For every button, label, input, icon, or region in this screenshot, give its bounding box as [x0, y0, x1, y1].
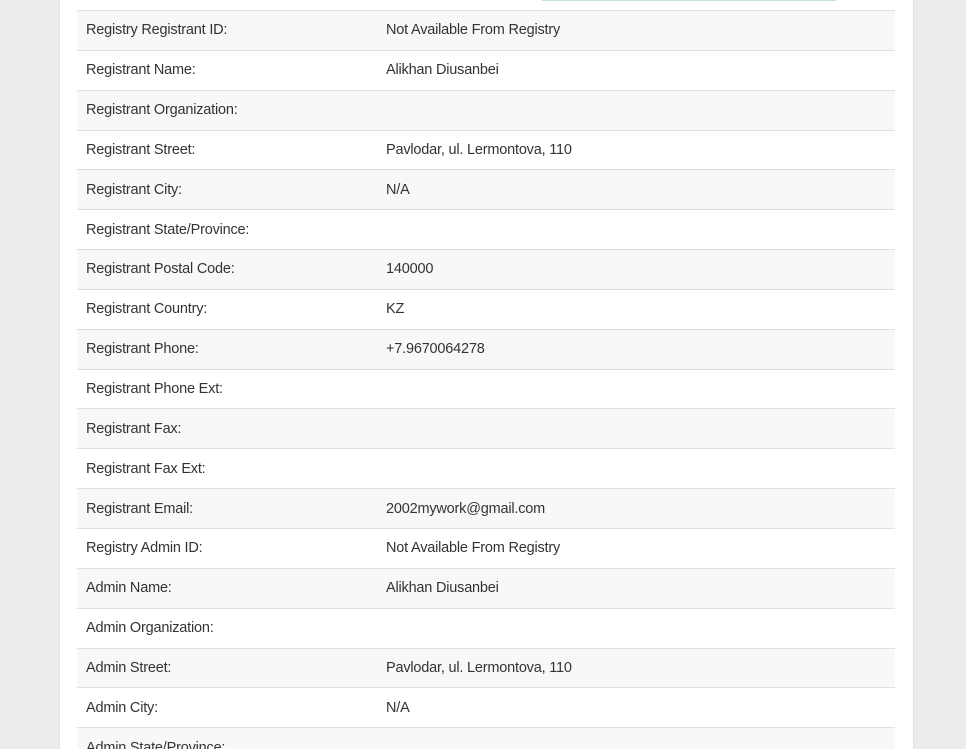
- whois-record-rows: Registry Registrant ID: Not Available Fr…: [77, 10, 895, 749]
- whois-record-table: Registry Registrant ID: Not Available Fr…: [77, 10, 895, 749]
- whois-content-card: Registry Registrant ID: Not Available Fr…: [59, 0, 914, 749]
- field-value: +7.9670064278: [377, 328, 895, 370]
- table-row: Admin State/Province:: [77, 727, 895, 749]
- field-label: Registrant Country:: [77, 288, 377, 330]
- field-value: [377, 607, 895, 648]
- field-value: 2002mywork@gmail.com: [377, 488, 895, 529]
- table-row: Registrant State/Province:: [77, 209, 895, 250]
- table-row: Registrant Email: 2002mywork@gmail.com: [77, 488, 895, 529]
- field-value: [377, 448, 895, 489]
- field-value: Pavlodar, ul. Lermontova, 110: [377, 647, 895, 688]
- field-value: Alikhan Diusanbei: [377, 567, 895, 609]
- field-value: Not Available From Registry: [377, 527, 895, 569]
- field-label: Registrant City:: [77, 169, 377, 210]
- field-value: [377, 89, 895, 131]
- field-value: KZ: [377, 288, 895, 330]
- field-label: Registry Admin ID:: [77, 527, 377, 569]
- field-label: Registrant Name:: [77, 49, 377, 91]
- table-row: Registrant Street: Pavlodar, ul. Lermont…: [77, 129, 895, 170]
- table-row: Admin Street: Pavlodar, ul. Lermontova, …: [77, 647, 895, 688]
- field-value: [377, 727, 895, 749]
- field-label: Registrant Email:: [77, 488, 377, 529]
- top-input-border: [542, 0, 836, 1]
- table-row: Registrant Name: Alikhan Diusanbei: [77, 49, 895, 91]
- field-label: Registrant Street:: [77, 129, 377, 170]
- table-row: Registrant Phone: +7.9670064278: [77, 328, 895, 370]
- field-value: Not Available From Registry: [377, 10, 895, 51]
- field-value: Alikhan Diusanbei: [377, 49, 895, 91]
- field-label: Admin State/Province:: [77, 727, 377, 749]
- field-value: [377, 368, 895, 409]
- table-row: Registrant Fax:: [77, 408, 895, 449]
- field-label: Registrant Fax Ext:: [77, 448, 377, 489]
- field-label: Admin Street:: [77, 647, 377, 688]
- field-value: N/A: [377, 169, 895, 210]
- field-label: Registrant Postal Code:: [77, 249, 377, 290]
- field-label: Admin Name:: [77, 567, 377, 609]
- field-label: Registrant Fax:: [77, 408, 377, 449]
- field-label: Admin Organization:: [77, 607, 377, 648]
- field-value: [377, 408, 895, 449]
- field-label: Registrant State/Province:: [77, 209, 377, 250]
- table-row: Registrant Postal Code: 140000: [77, 249, 895, 290]
- table-row: Registrant City: N/A: [77, 169, 895, 210]
- table-row: Registrant Phone Ext:: [77, 368, 895, 409]
- field-label: Admin City:: [77, 687, 377, 728]
- table-row: Registry Admin ID: Not Available From Re…: [77, 527, 895, 569]
- table-row: Registrant Country: KZ: [77, 288, 895, 330]
- field-value: Pavlodar, ul. Lermontova, 110: [377, 129, 895, 170]
- field-label: Registry Registrant ID:: [77, 10, 377, 51]
- table-row: Admin City: N/A: [77, 687, 895, 728]
- table-row: Registrant Organization:: [77, 89, 895, 131]
- table-row: Admin Organization:: [77, 607, 895, 648]
- table-row: Admin Name: Alikhan Diusanbei: [77, 567, 895, 609]
- field-label: Registrant Phone:: [77, 328, 377, 370]
- field-value: 140000: [377, 249, 895, 290]
- table-row: Registrant Fax Ext:: [77, 448, 895, 489]
- field-value: [377, 209, 895, 250]
- field-value: N/A: [377, 687, 895, 728]
- field-label: Registrant Organization:: [77, 89, 377, 131]
- table-row: Registry Registrant ID: Not Available Fr…: [77, 10, 895, 51]
- field-label: Registrant Phone Ext:: [77, 368, 377, 409]
